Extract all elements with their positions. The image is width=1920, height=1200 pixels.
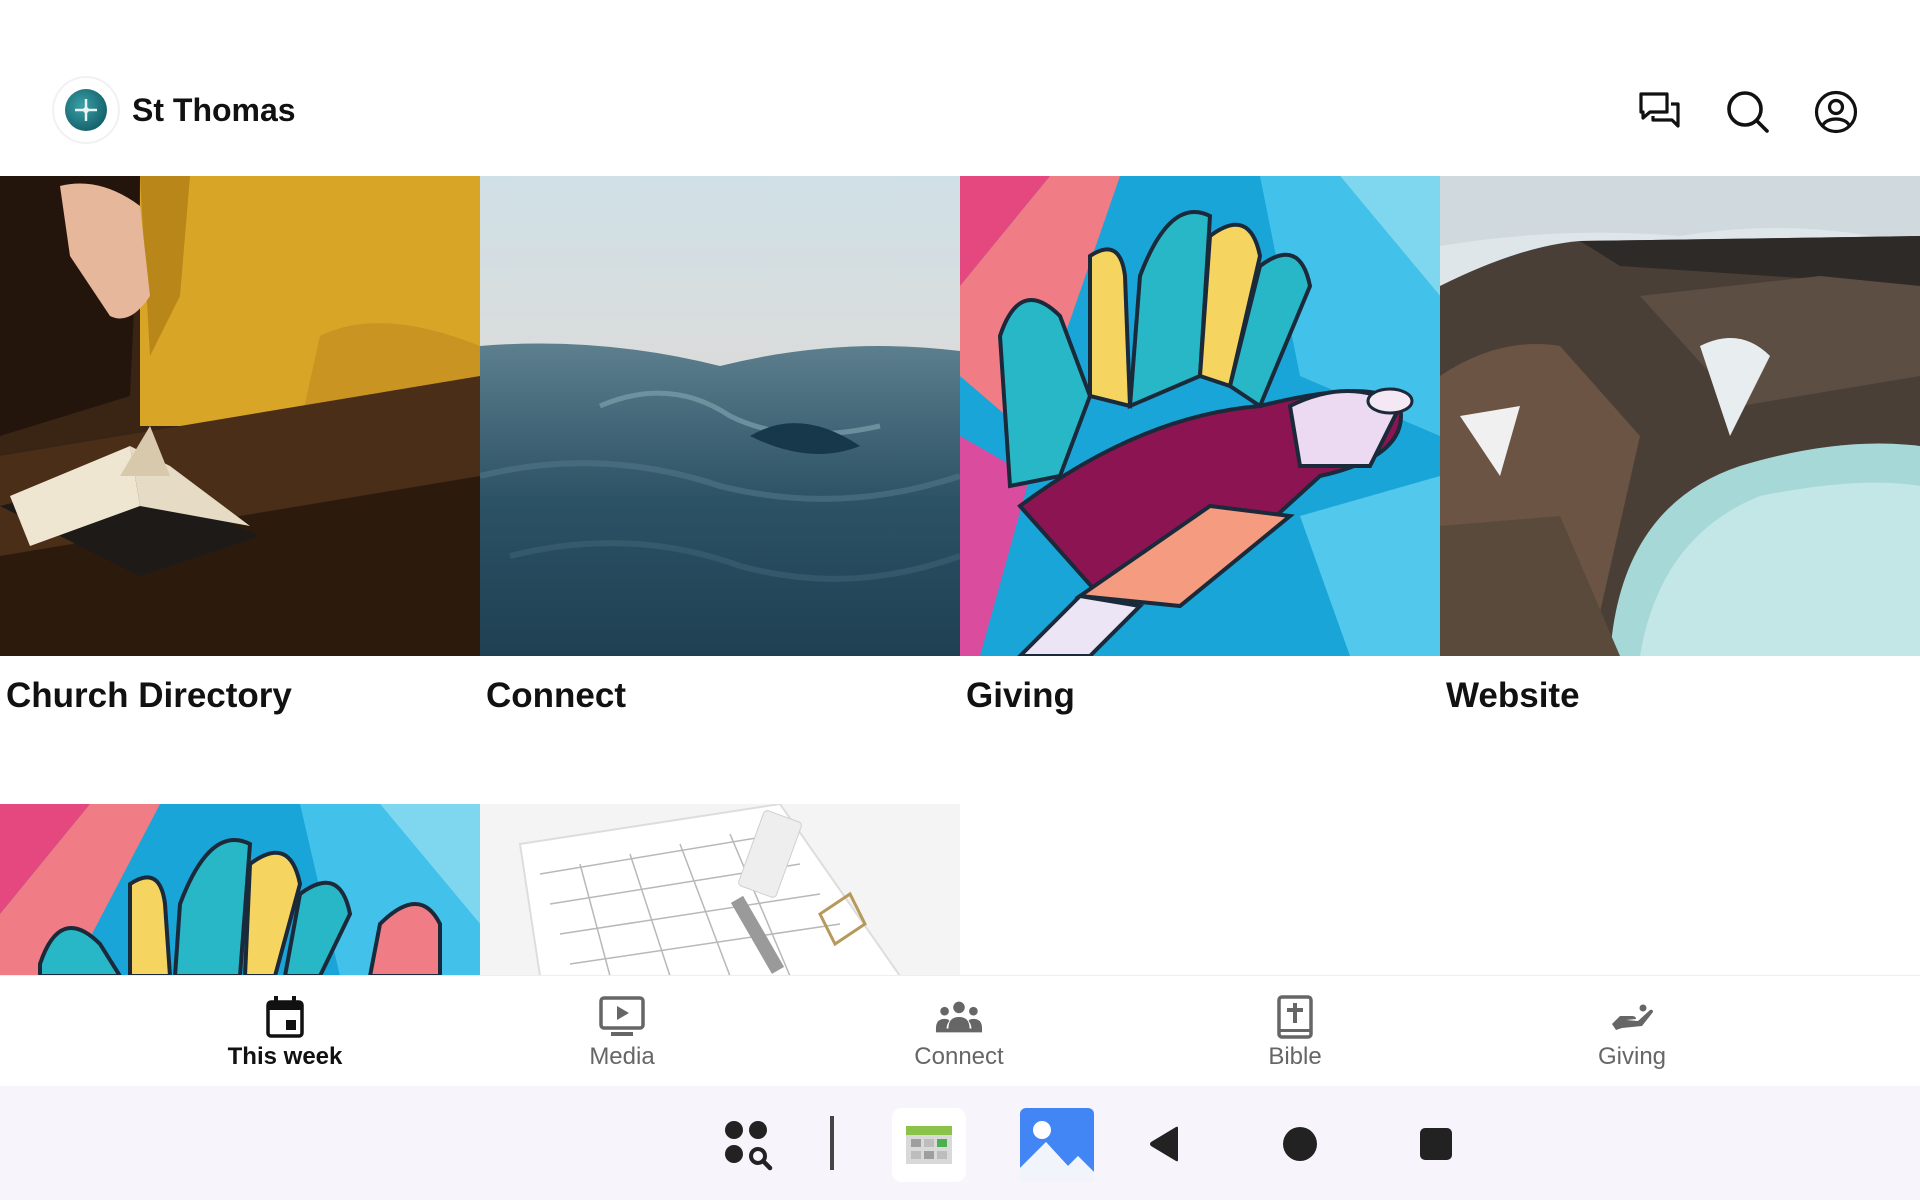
nav-connect[interactable]: Connect bbox=[839, 976, 1079, 1086]
colorful-hands-mural-photo bbox=[0, 804, 480, 976]
tile-church-directory[interactable]: Church Directory bbox=[0, 176, 480, 715]
calendar-planner-photo bbox=[480, 804, 960, 976]
tile-label: Connect bbox=[486, 676, 626, 715]
recents-icon[interactable] bbox=[1420, 1128, 1452, 1160]
logo-emblem bbox=[65, 89, 107, 131]
nav-label: Connect bbox=[914, 1043, 1004, 1070]
home-icon[interactable] bbox=[1282, 1126, 1318, 1162]
nav-this-week[interactable]: This week bbox=[165, 976, 405, 1086]
tile-giving[interactable]: Giving bbox=[960, 176, 1440, 715]
nav-media[interactable]: Media bbox=[502, 976, 742, 1086]
tile-website[interactable]: Website bbox=[1440, 176, 1920, 715]
bible-icon bbox=[1271, 993, 1319, 1041]
church-logo[interactable] bbox=[54, 78, 118, 142]
tile-row2-planner[interactable] bbox=[480, 804, 960, 976]
tile-label: Church Directory bbox=[6, 676, 292, 715]
gallery-app-icon[interactable] bbox=[1020, 1108, 1094, 1182]
nav-bible[interactable]: Bible bbox=[1175, 976, 1415, 1086]
calendar-icon bbox=[261, 993, 309, 1041]
nav-label: Giving bbox=[1597, 1043, 1667, 1070]
colorful-hands-mural-photo bbox=[960, 176, 1440, 656]
tile-row2-hands[interactable] bbox=[0, 804, 480, 976]
system-navigation-bar bbox=[0, 1086, 1920, 1200]
person-reading-bible-photo bbox=[0, 176, 480, 656]
app-title: St Thomas bbox=[132, 92, 296, 128]
tile-label: Website bbox=[1446, 676, 1580, 715]
app-search-icon[interactable] bbox=[720, 1116, 780, 1176]
group-icon bbox=[935, 993, 983, 1041]
tile-label: Giving bbox=[966, 676, 1075, 715]
taskbar-divider bbox=[830, 1116, 834, 1170]
ocean-water-photo bbox=[480, 176, 960, 656]
search-icon[interactable] bbox=[1724, 88, 1772, 136]
video-icon bbox=[598, 993, 646, 1041]
hand-giving-icon bbox=[1608, 993, 1656, 1041]
app-header: St Thomas bbox=[0, 0, 1920, 176]
bottom-navigation: This week Media Connect Bible Giving bbox=[0, 976, 1920, 1086]
back-icon[interactable] bbox=[1146, 1126, 1182, 1162]
nav-label: Media bbox=[589, 1043, 655, 1070]
crater-lake-landscape-photo bbox=[1440, 176, 1920, 656]
nav-label: This week bbox=[227, 1043, 343, 1070]
nav-label: Bible bbox=[1268, 1043, 1322, 1070]
account-icon[interactable] bbox=[1812, 88, 1860, 136]
calendar-app-icon[interactable] bbox=[892, 1108, 966, 1182]
nav-giving[interactable]: Giving bbox=[1512, 976, 1752, 1086]
chat-icon[interactable] bbox=[1636, 88, 1684, 136]
tile-connect[interactable]: Connect bbox=[480, 176, 960, 715]
